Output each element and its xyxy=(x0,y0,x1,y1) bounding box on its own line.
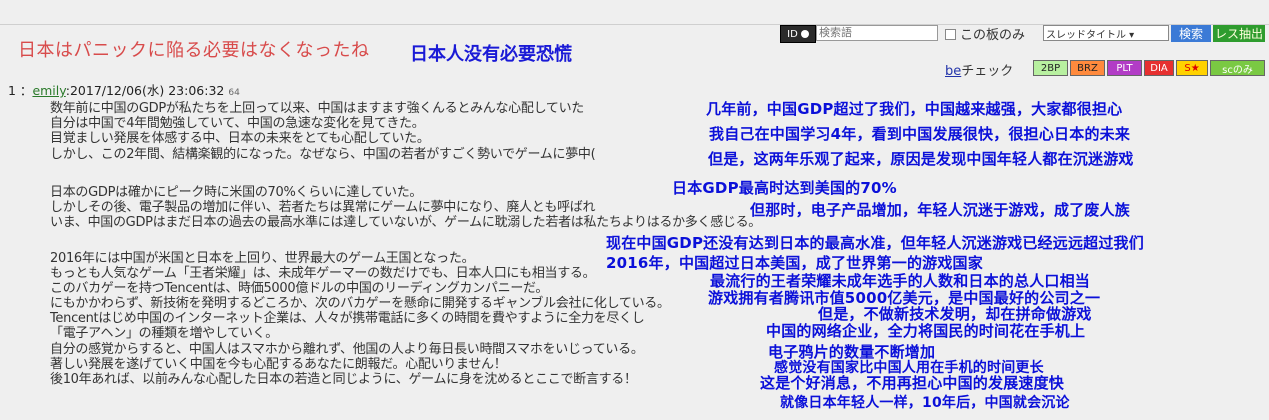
post-date: :2017/12/06(水) 23:06:32 xyxy=(65,83,225,98)
translation-line: 几年前，中国GDP超过了我们，中国越来越强，大家都很担心 xyxy=(706,100,1123,118)
check-tag[interactable]: 2BP xyxy=(1033,60,1068,76)
check-tag[interactable]: BRZ xyxy=(1070,60,1105,76)
check-label: チェック xyxy=(961,64,1014,79)
check-tag[interactable]: S★ xyxy=(1176,60,1208,76)
toggle-dot-icon xyxy=(800,30,809,38)
be-check: beチェック xyxy=(945,60,1013,79)
id-icon: ID xyxy=(787,28,798,40)
translation-line: 现在中国GDP还没有达到日本的最高水准，但年轻人沉迷游戏已经远远超过我们 xyxy=(606,234,1144,252)
thread-title: 日本はパニックに陥る必要はなくなったね xyxy=(18,40,370,61)
translation-line: 日本GDP最高时达到美国的70% xyxy=(672,179,897,197)
post-body-line: 後10年あれば、以前みんな心配した日本の若造と同じように、ゲームに身を沈めるとこ… xyxy=(50,372,637,387)
search-input[interactable] xyxy=(816,25,938,41)
search-mode-select[interactable]: スレッドタイトル ▾ xyxy=(1043,25,1169,41)
translation-line: 我自己在中国学习4年，看到中国发展很快，很担心日本的未来 xyxy=(709,125,1131,143)
board-only-label: この板のみ xyxy=(960,27,1026,43)
check-tag[interactable]: PLT xyxy=(1107,60,1142,76)
res-extract-button[interactable]: レス抽出 xyxy=(1213,25,1265,42)
post-number: 1 ： xyxy=(8,83,33,98)
translation-line: 这是个好消息，不用再担心中国的发展速度快 xyxy=(760,374,1065,392)
translation-line: 但是，这两年乐观了起来，原因是发现中国年轻人都在沉迷游戏 xyxy=(708,150,1134,168)
check-tag[interactable]: DIA xyxy=(1144,60,1174,76)
id-toggle-button[interactable]: ID xyxy=(780,25,816,43)
check-tag[interactable]: scのみ xyxy=(1210,60,1265,76)
be-link[interactable]: be xyxy=(945,64,961,79)
thread-title-translation: 日本人没有必要恐慌 xyxy=(410,44,572,65)
translation-line: 中国的网络企业，全力将国民的时间花在手机上 xyxy=(766,322,1086,340)
post-body-line: しかし、この2年間、結構楽観的になった。なぜなら、中国の若者がすごく勢いでゲーム… xyxy=(50,147,596,162)
board-only-checkbox[interactable] xyxy=(945,29,956,40)
translation-line: 但那时，电子产品增加，年轻人沉迷于游戏，成了废人族 xyxy=(750,201,1131,219)
search-button[interactable]: 検索 xyxy=(1171,25,1211,42)
post-body-line: いま、中国のGDPはまだ日本の過去の最高水準には達していないが、ゲームに耽溺した… xyxy=(50,215,762,230)
translation-line: 就像日本年轻人一样，10年后，中国就会沉论 xyxy=(780,395,1070,411)
poster-name[interactable]: emily xyxy=(32,83,65,98)
